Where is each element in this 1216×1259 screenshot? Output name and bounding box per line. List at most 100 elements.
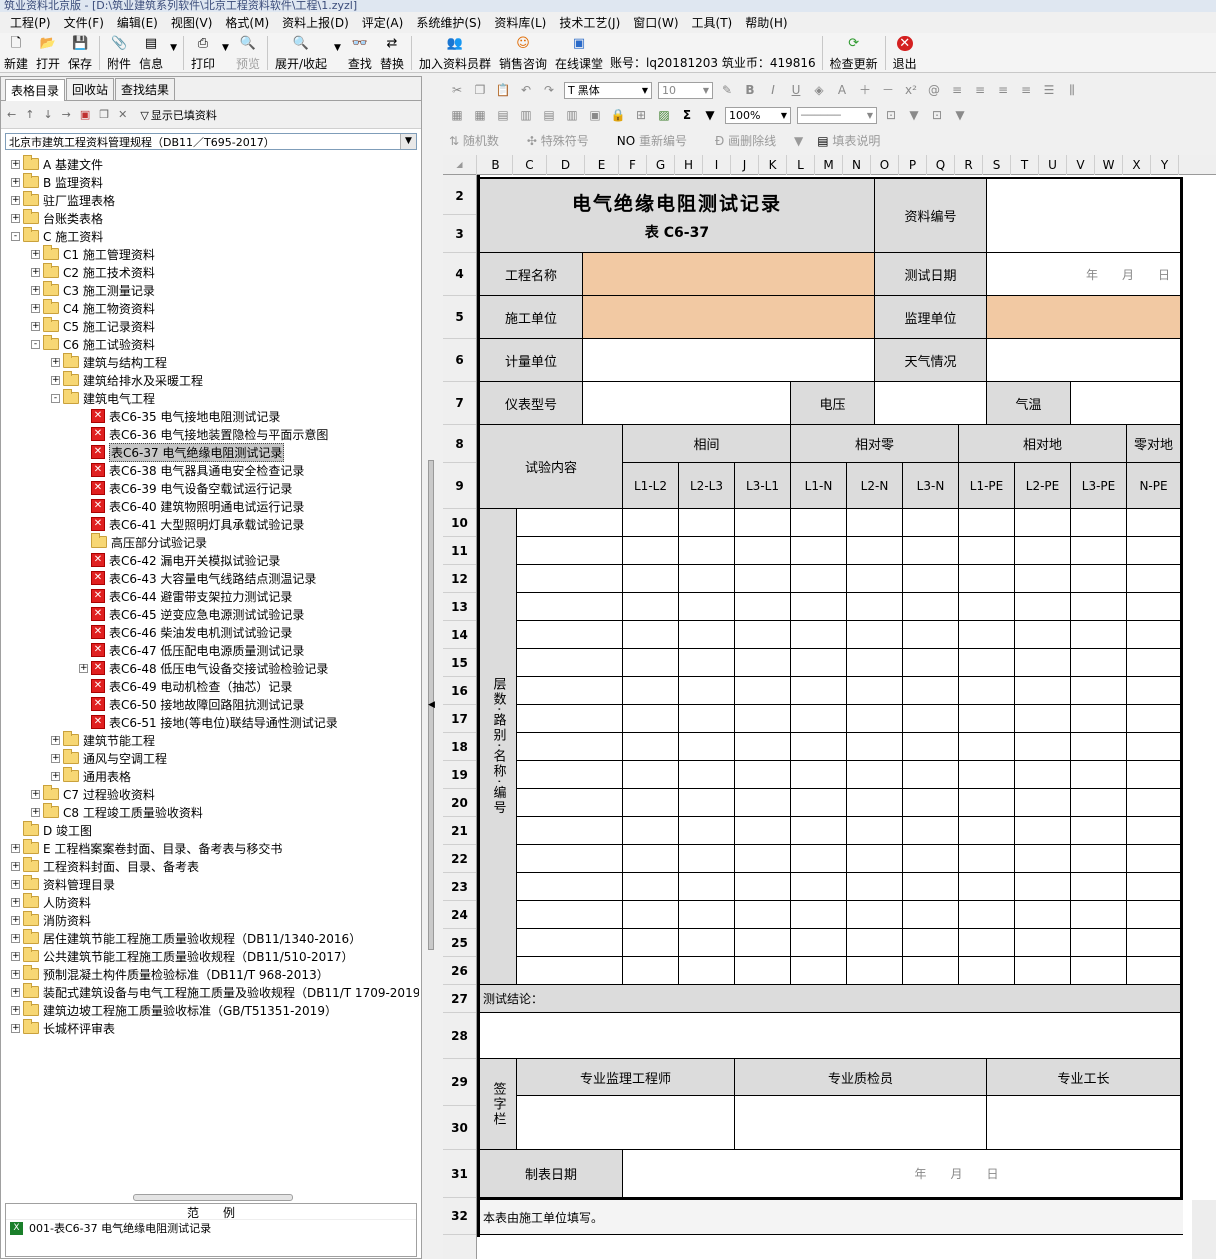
- data-cell[interactable]: [1071, 789, 1127, 817]
- data-cell[interactable]: [1071, 929, 1127, 957]
- row-header[interactable]: 21: [443, 817, 476, 845]
- fill-help-button[interactable]: ▤ 填表说明: [817, 132, 894, 149]
- temperature-field[interactable]: [1071, 382, 1181, 425]
- data-cell[interactable]: [1071, 873, 1127, 901]
- tree-node[interactable]: ✕ 表C6-37 电气绝缘电阻测试记录: [79, 442, 285, 462]
- data-cell[interactable]: [903, 873, 959, 901]
- data-cell[interactable]: [679, 733, 735, 761]
- tree-node[interactable]: + C7 过程验收资料: [31, 785, 155, 803]
- delete-col-icon[interactable]: ▥: [564, 107, 580, 123]
- data-cell[interactable]: [903, 677, 959, 705]
- chevron-down-icon[interactable]: ▼: [906, 107, 922, 123]
- data-cell[interactable]: [903, 565, 959, 593]
- row-header[interactable]: 19: [443, 761, 476, 789]
- conclusion-field[interactable]: [480, 1013, 1181, 1059]
- constructor-field[interactable]: [583, 296, 875, 339]
- row-header[interactable]: 4: [443, 253, 476, 296]
- border-style-icon[interactable]: ⊡: [883, 107, 899, 123]
- column-header[interactable]: R: [955, 155, 983, 175]
- italic-icon[interactable]: I: [765, 82, 781, 98]
- expand-icon[interactable]: +: [11, 951, 20, 961]
- voltage-field[interactable]: [875, 382, 987, 425]
- join-group-button[interactable]: 👥 加入资料员群: [415, 33, 495, 73]
- paste-icon[interactable]: 📋: [495, 82, 511, 98]
- align-right-icon[interactable]: ≡: [995, 82, 1011, 98]
- column-header[interactable]: J: [731, 155, 759, 175]
- data-cell[interactable]: [791, 901, 847, 929]
- sign-field[interactable]: [517, 1096, 735, 1150]
- tree-node[interactable]: + ✕ 表C6-48 低压电气设备交接试验检验记录: [79, 659, 328, 677]
- justify-icon[interactable]: ≡: [1018, 82, 1034, 98]
- underline-icon[interactable]: U: [788, 82, 804, 98]
- data-cell[interactable]: [623, 901, 679, 929]
- expand-icon[interactable]: +: [11, 897, 20, 907]
- row-header[interactable]: 17: [443, 705, 476, 733]
- row-header[interactable]: 30: [443, 1106, 476, 1150]
- column-header[interactable]: F: [619, 155, 647, 175]
- data-cell[interactable]: [847, 845, 903, 873]
- sign-field[interactable]: [735, 1096, 987, 1150]
- tree-node[interactable]: ✕ 表C6-50 接地故障回路阻抗测试记录: [79, 695, 304, 713]
- tree-node[interactable]: + 消防资料: [11, 911, 91, 929]
- split-cells-icon[interactable]: ▦: [472, 107, 488, 123]
- data-cell[interactable]: [959, 957, 1015, 985]
- special-symbol-button[interactable]: ✣ 特殊符号: [527, 132, 603, 149]
- add-form-icon[interactable]: ▣: [80, 108, 90, 121]
- data-cell[interactable]: [903, 621, 959, 649]
- data-cell[interactable]: [959, 509, 1015, 537]
- data-cell[interactable]: [623, 621, 679, 649]
- data-cell[interactable]: [959, 733, 1015, 761]
- data-cell[interactable]: [735, 621, 791, 649]
- minus-icon[interactable]: －: [880, 82, 896, 98]
- menu-item[interactable]: 评定(A): [362, 14, 404, 31]
- data-cell[interactable]: [847, 929, 903, 957]
- data-cell[interactable]: [847, 761, 903, 789]
- column-header[interactable]: N: [843, 155, 871, 175]
- data-cell[interactable]: [791, 621, 847, 649]
- row-header[interactable]: 6: [443, 339, 476, 382]
- column-header[interactable]: V: [1067, 155, 1095, 175]
- tree-node[interactable]: + 长城杯评审表: [11, 1019, 115, 1037]
- symbol-icon[interactable]: @: [926, 82, 942, 98]
- data-cell[interactable]: [735, 789, 791, 817]
- row-header[interactable]: 2: [443, 177, 476, 215]
- expand-dropdown-arrow[interactable]: ▼: [331, 43, 344, 53]
- tree-node[interactable]: + 装配式建筑设备与电气工程施工质量及验收规程（DB11/T 1709-2019）: [11, 983, 419, 1001]
- data-cell[interactable]: [1015, 509, 1071, 537]
- expand-icon[interactable]: +: [11, 177, 20, 187]
- format-brush-icon[interactable]: ✎: [719, 82, 735, 98]
- data-cell[interactable]: [623, 649, 679, 677]
- find-button[interactable]: 👓 查找: [344, 33, 376, 73]
- column-header[interactable]: L: [787, 155, 815, 175]
- expand-collapse-button[interactable]: 🔍 展开/收起: [271, 33, 331, 73]
- data-cell[interactable]: [847, 593, 903, 621]
- column-header[interactable]: Y: [1151, 155, 1179, 175]
- move-left-icon[interactable]: ←: [7, 108, 16, 121]
- column-header[interactable]: X: [1123, 155, 1151, 175]
- row-header[interactable]: 16: [443, 677, 476, 705]
- data-cell[interactable]: [735, 537, 791, 565]
- data-cell[interactable]: [903, 817, 959, 845]
- data-cell[interactable]: [1071, 593, 1127, 621]
- data-cell[interactable]: [903, 901, 959, 929]
- lock-icon[interactable]: 🔒: [610, 107, 626, 123]
- align-left-icon[interactable]: ≡: [949, 82, 965, 98]
- data-cell[interactable]: [1127, 537, 1181, 565]
- tree-node[interactable]: + 资料管理目录: [11, 875, 115, 893]
- data-cell[interactable]: [903, 845, 959, 873]
- column-header[interactable]: H: [675, 155, 703, 175]
- merge-cells-icon[interactable]: ▦: [449, 107, 465, 123]
- data-cell[interactable]: [1127, 593, 1181, 621]
- data-cell[interactable]: [735, 677, 791, 705]
- data-cell[interactable]: [791, 845, 847, 873]
- border-color-icon[interactable]: ⊡: [929, 107, 945, 123]
- data-cell[interactable]: [847, 789, 903, 817]
- data-cell[interactable]: [903, 537, 959, 565]
- expand-icon[interactable]: +: [11, 213, 20, 223]
- row-header[interactable]: 11: [443, 537, 476, 565]
- column-header[interactable]: M: [815, 155, 843, 175]
- tree-node[interactable]: ✕ 表C6-45 逆变应急电源测试试验记录: [79, 605, 304, 623]
- expand-icon[interactable]: +: [11, 915, 20, 925]
- menu-item[interactable]: 视图(V): [171, 14, 213, 31]
- tree-horizontal-scrollbar[interactable]: [133, 1194, 293, 1201]
